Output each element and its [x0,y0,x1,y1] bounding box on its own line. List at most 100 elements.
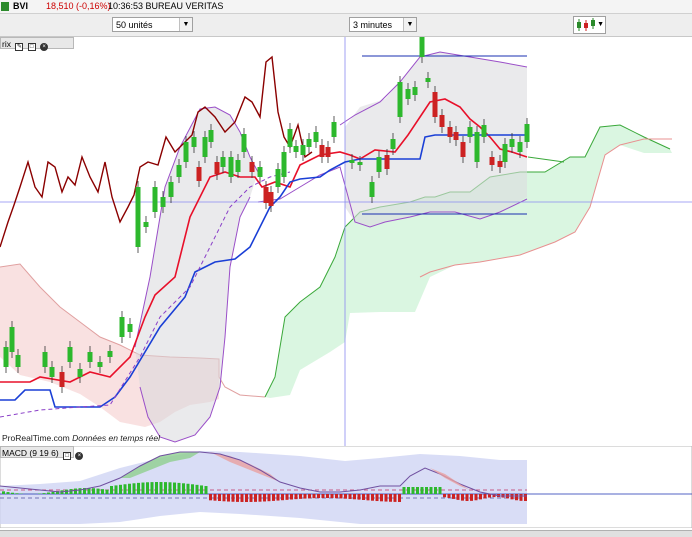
macd-bar [277,494,280,501]
macd-bar [317,494,320,498]
macd-bar [398,494,401,502]
macd-bar [520,494,523,501]
candle [314,132,319,142]
candle [250,162,255,172]
macd-bar [335,494,338,498]
candle [242,134,247,152]
macd-bar [124,484,127,494]
macd-bar [155,482,158,494]
macd-bar [97,489,100,494]
candle [307,139,312,147]
macd-bar [362,494,365,500]
macd-bar [178,483,181,494]
macd-bar [191,484,194,494]
macd-bar [358,494,361,500]
macd-bar [11,493,14,494]
candle [518,142,523,152]
candle [269,192,274,206]
units-dropdown[interactable]: 50 unités ▼ [112,17,193,32]
macd-bar [322,494,325,498]
chart-toolbar: 50 unités ▼ 3 minutes ▼ ▼ [0,14,692,37]
macd-bar [110,486,113,494]
macd-bar [295,494,298,499]
macd-bar [434,487,437,494]
macd-bar [340,494,343,498]
candle [475,132,480,162]
macd-bar [443,494,446,497]
macd-bar [236,494,239,502]
macd-bar [169,482,172,494]
candle [221,157,226,167]
chevron-down-icon: ▼ [403,18,416,31]
candle [406,89,411,99]
macd-bar [466,494,469,501]
candle [184,142,189,162]
candle [461,142,466,157]
candle [197,167,202,181]
time-and-company-label: 10:36:53 BUREAU VERITAS [108,0,223,13]
candle [136,187,141,247]
candle [350,160,355,163]
macd-bar [349,494,352,499]
candle [510,139,515,147]
macd-bar [250,494,253,502]
macd-bar [457,494,460,500]
macd-bar [43,493,46,494]
candle [490,157,495,165]
close-icon[interactable]: × [40,43,48,51]
macd-bar [326,494,329,498]
macd-bar [461,494,464,501]
candle [426,78,431,82]
window-title-bar: BVI 18,510 (-0,16%) 10:36:53 BUREAU VERI… [0,0,692,14]
attribution-brand: ProRealTime.com [2,433,70,443]
candle [16,355,21,367]
macd-bar [223,494,226,501]
macd-bar [209,494,212,500]
candlestick-chart-icon [575,17,597,33]
macd-bar [380,494,383,501]
macd-bar [106,490,109,494]
candle [161,197,166,207]
candle [4,347,9,367]
macd-bar [232,494,235,502]
chart-type-button[interactable]: ▼ [573,16,606,34]
macd-bar [416,487,419,494]
chevron-down-icon: ▼ [597,17,604,33]
macd-bar [353,494,356,499]
candle [229,157,234,177]
macd-panel-title: MACD (9 19 6) [2,448,59,458]
macd-chart[interactable] [0,446,692,528]
candle [169,182,174,197]
candle [448,127,453,137]
macd-bar [313,494,316,498]
candle [258,167,263,177]
candle [209,130,214,142]
macd-bar [164,482,167,494]
macd-bar [308,494,311,498]
data-attribution: ProRealTime.com Données en temps réel [2,433,160,443]
candle [43,352,48,367]
macd-bar [7,492,10,494]
candle [108,351,113,357]
macd-bar [151,482,154,494]
price-chart[interactable] [0,37,692,446]
maximize-icon[interactable]: □ [63,452,71,460]
timeframe-dropdown[interactable]: 3 minutes ▼ [349,17,417,32]
macd-bar [452,494,455,499]
wrench-icon[interactable]: ✎ [15,43,23,51]
macd-bar [331,494,334,498]
candle [370,182,375,197]
candle [377,157,382,172]
macd-bar [367,494,370,500]
macd-bar [79,488,82,494]
candle [413,87,418,95]
price-panel-title: rix [2,39,11,49]
macd-bar [214,494,217,501]
macd-bar [115,485,118,494]
candle [153,187,158,212]
candle [440,115,445,127]
maximize-icon[interactable]: □ [28,43,36,51]
candle [98,362,103,367]
macd-bar [511,494,514,499]
candle [60,372,65,387]
